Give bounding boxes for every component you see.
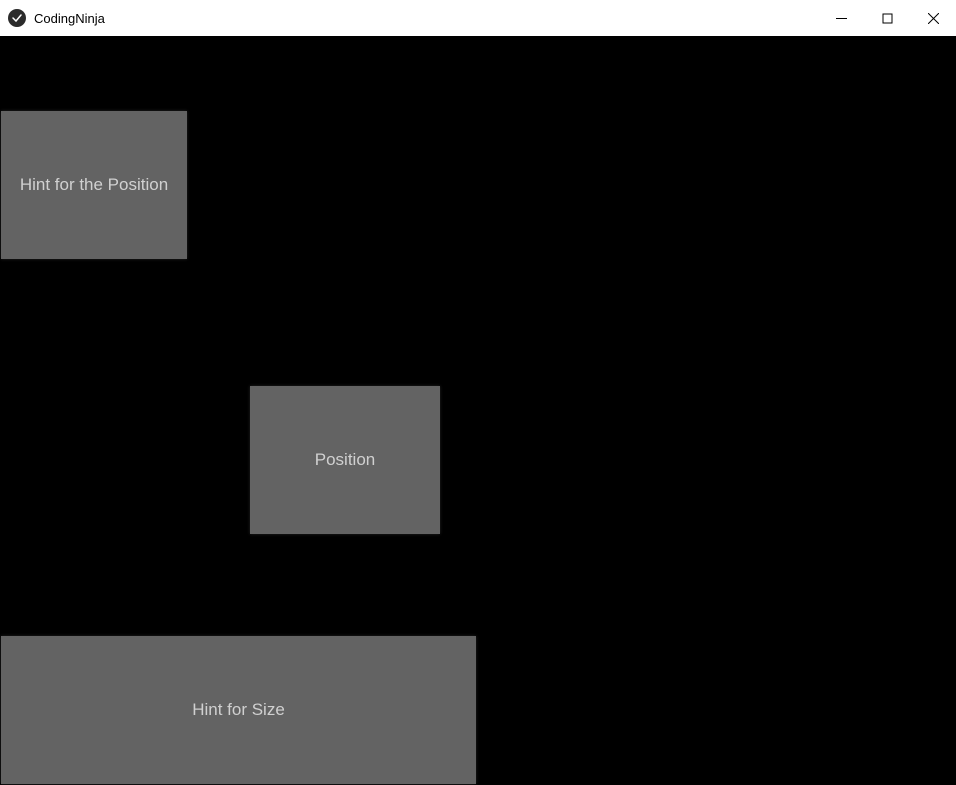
- position-button[interactable]: Position: [250, 386, 440, 534]
- app-icon: [8, 9, 26, 27]
- title-bar-left: CodingNinja: [8, 9, 105, 27]
- minimize-button[interactable]: [818, 0, 864, 36]
- maximize-icon: [882, 13, 893, 24]
- close-button[interactable]: [910, 0, 956, 36]
- minimize-icon: [836, 13, 847, 24]
- window-title: CodingNinja: [34, 11, 105, 26]
- close-icon: [928, 13, 939, 24]
- window-controls: [818, 0, 956, 36]
- hint-position-button[interactable]: Hint for the Position: [1, 111, 187, 259]
- title-bar: CodingNinja: [0, 0, 956, 36]
- hint-size-button[interactable]: Hint for Size: [1, 636, 476, 784]
- client-area: Hint for the Position Position Hint for …: [0, 36, 956, 785]
- maximize-button[interactable]: [864, 0, 910, 36]
